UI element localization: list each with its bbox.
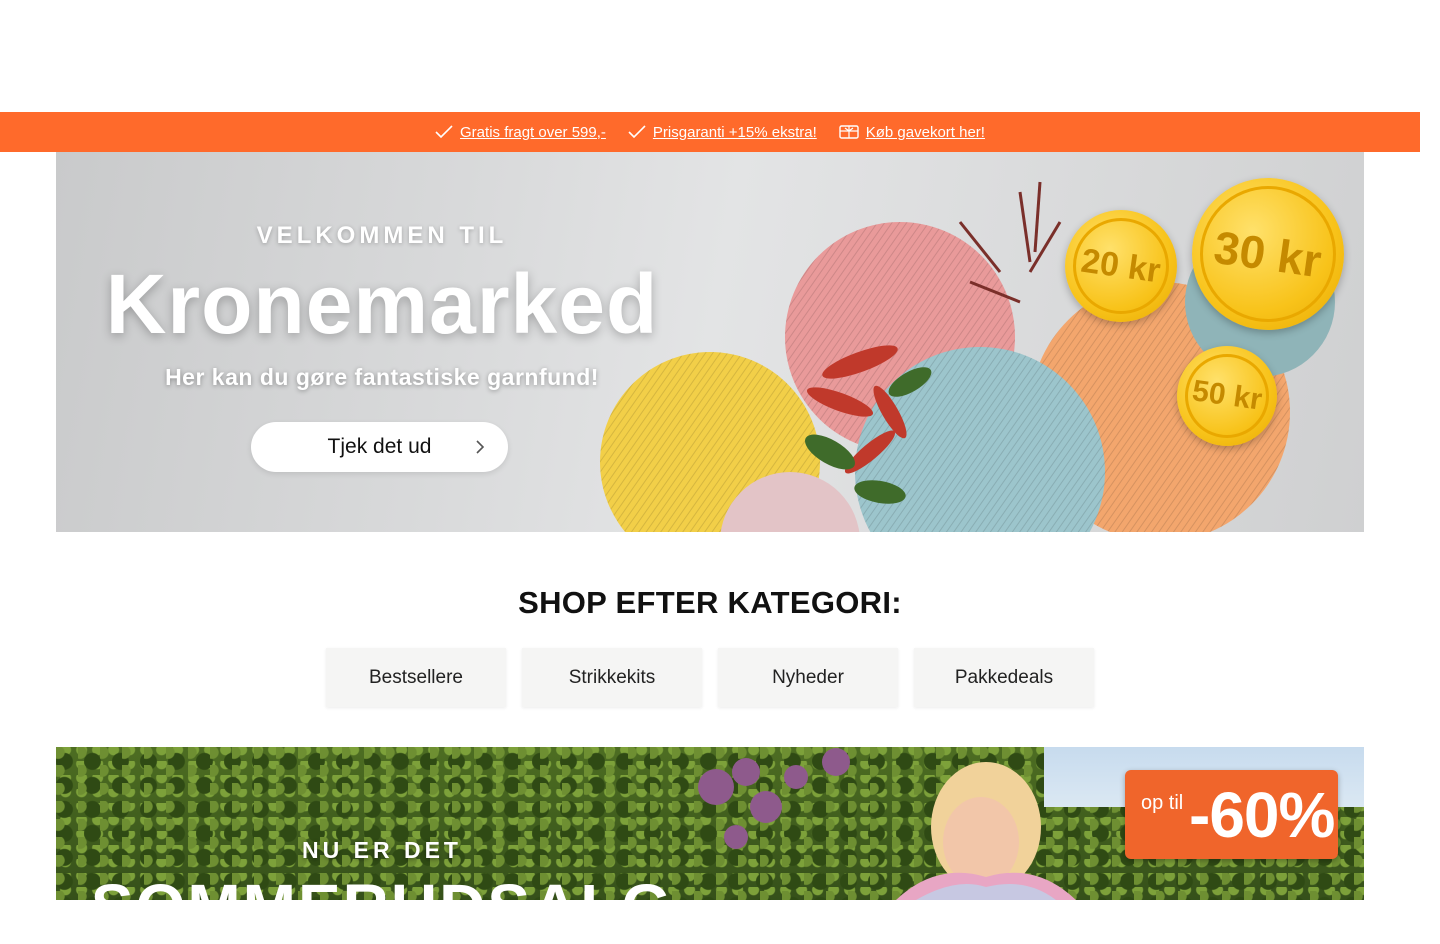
discount-prefix: op til [1141,792,1184,814]
usp-item-price-guarantee[interactable]: Prisgaranti +15% ekstra! [628,124,817,141]
hero-title: Kronemarked [105,257,659,351]
check-icon [628,125,646,139]
sale-eyebrow: NU ER DET [302,837,462,863]
sale-title: SOMMERUDSALG [90,871,674,943]
hero-cta-button[interactable]: Tjek det ud [251,422,508,472]
coin-20kr: 20 kr [1065,210,1177,322]
discount-badge: op til -60% [1125,770,1338,859]
category-button-package-deals[interactable]: Pakkedeals [914,648,1094,707]
usp-link-shipping[interactable]: Gratis fragt over 599,- [460,124,606,141]
discount-value: -60% [1189,779,1335,851]
hero-cta-label: Tjek det ud [327,435,432,458]
usp-link-price-guarantee[interactable]: Prisgaranti +15% ekstra! [653,124,817,141]
usp-bar: Gratis fragt over 599,- Prisgaranti +15%… [0,112,1420,152]
girl-with-flowers-image [698,748,1076,900]
gift-card-icon [839,125,859,139]
usp-item-gift-card[interactable]: Køb gavekort her! [839,124,985,141]
chevron-right-icon [476,440,485,454]
hero-subtitle: Her kan du gøre fantastiske garnfund! [165,364,599,390]
check-icon [435,125,453,139]
header-area [0,0,1440,112]
category-button-row: Bestsellere Strikkekits Nyheder Pakkedea… [326,648,1094,707]
hero-eyebrow: VELKOMMEN TIL [256,222,508,249]
category-button-bestsellers[interactable]: Bestsellere [326,648,506,707]
category-button-news[interactable]: Nyheder [718,648,898,707]
coin-30kr: 30 kr [1192,178,1344,330]
category-button-knitting-kits[interactable]: Strikkekits [522,648,702,707]
usp-item-shipping[interactable]: Gratis fragt over 599,- [435,124,606,141]
coin-50kr: 50 kr [1177,346,1277,446]
category-section-title: SHOP EFTER KATEGORI: [518,585,902,620]
usp-link-gift-card[interactable]: Køb gavekort her! [866,124,985,141]
